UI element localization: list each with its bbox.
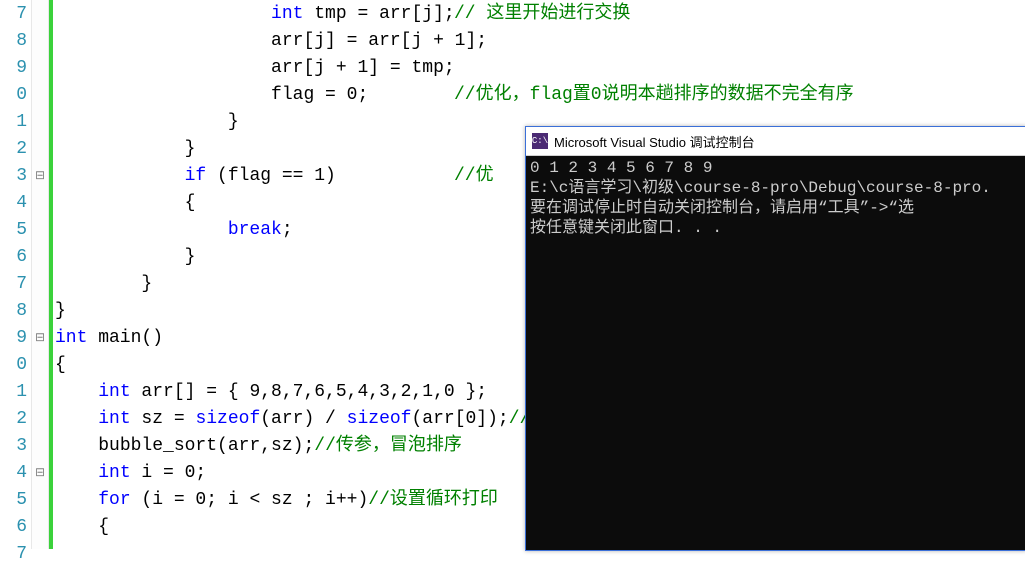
line-number: 0 xyxy=(0,352,31,379)
fold-spacer xyxy=(32,55,48,82)
change-bar xyxy=(49,0,53,549)
line-number: 5 xyxy=(0,487,31,514)
code-line[interactable]: arr[j] = arr[j + 1]; xyxy=(55,28,1025,55)
fold-spacer xyxy=(32,28,48,55)
line-number: 2 xyxy=(0,136,31,163)
fold-spacer xyxy=(32,379,48,406)
console-titlebar[interactable]: C:\ Microsoft Visual Studio 调试控制台 xyxy=(526,127,1025,156)
line-number: 2 xyxy=(0,406,31,433)
fold-spacer xyxy=(32,109,48,136)
line-number: 7 xyxy=(0,1,31,28)
fold-spacer xyxy=(32,82,48,109)
line-number: 6 xyxy=(0,244,31,271)
fold-spacer xyxy=(32,136,48,163)
line-number-gutter: 789012345678901234567 xyxy=(0,0,31,549)
fold-spacer xyxy=(32,406,48,433)
code-comment: // 这里开始进行交换 xyxy=(454,1,630,28)
line-number: 0 xyxy=(0,82,31,109)
line-number: 7 xyxy=(0,271,31,298)
line-number: 8 xyxy=(0,298,31,325)
code-comment: //优 xyxy=(454,163,494,190)
line-number: 4 xyxy=(0,190,31,217)
line-number: 8 xyxy=(0,28,31,55)
line-number: 6 xyxy=(0,514,31,541)
fold-spacer xyxy=(32,541,48,568)
console-output: 0 1 2 3 4 5 6 7 8 9 E:\c语言学习\初级\course-8… xyxy=(526,156,1025,240)
console-icon: C:\ xyxy=(532,133,548,149)
fold-spacer xyxy=(32,433,48,460)
line-number: 1 xyxy=(0,109,31,136)
fold-spacer xyxy=(32,1,48,28)
fold-toggle-icon[interactable]: ⊟ xyxy=(32,460,48,487)
code-line[interactable]: flag = 0;//优化，flag置0说明本趟排序的数据不完全有序 xyxy=(55,82,1025,109)
fold-spacer xyxy=(32,514,48,541)
fold-gutter[interactable]: ⊟ ⊟ ⊟ xyxy=(31,0,49,549)
debug-console-window[interactable]: C:\ Microsoft Visual Studio 调试控制台 0 1 2 … xyxy=(525,126,1025,551)
line-number: 3 xyxy=(0,433,31,460)
fold-toggle-icon[interactable]: ⊟ xyxy=(32,163,48,190)
line-number: 3 xyxy=(0,163,31,190)
code-comment: //优化，flag置0说明本趟排序的数据不完全有序 xyxy=(454,82,854,109)
code-line[interactable]: int tmp = arr[j];// 这里开始进行交换 xyxy=(55,1,1025,28)
code-line[interactable]: arr[j + 1] = tmp; xyxy=(55,55,1025,82)
console-title: Microsoft Visual Studio 调试控制台 xyxy=(554,132,755,151)
fold-spacer xyxy=(32,217,48,244)
fold-spacer xyxy=(32,190,48,217)
fold-spacer xyxy=(32,298,48,325)
fold-spacer xyxy=(32,244,48,271)
line-number: 4 xyxy=(0,460,31,487)
fold-spacer xyxy=(32,487,48,514)
fold-spacer xyxy=(32,271,48,298)
line-number: 9 xyxy=(0,325,31,352)
line-number: 1 xyxy=(0,379,31,406)
line-number: 7 xyxy=(0,541,31,568)
line-number: 5 xyxy=(0,217,31,244)
fold-toggle-icon[interactable]: ⊟ xyxy=(32,325,48,352)
fold-spacer xyxy=(32,352,48,379)
line-number: 9 xyxy=(0,55,31,82)
